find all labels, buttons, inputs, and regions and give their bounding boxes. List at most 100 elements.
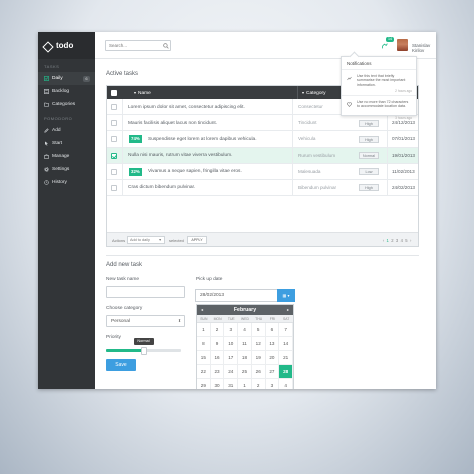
sidebar-item-manage[interactable]: Manage — [38, 150, 95, 163]
folder-icon — [44, 102, 49, 107]
sidebar-item-categories[interactable]: Categories — [38, 98, 95, 111]
calendar-day[interactable]: 30 — [211, 379, 225, 389]
calendar-day[interactable]: 7 — [279, 323, 293, 337]
sidebar-item-settings[interactable]: Settings — [38, 163, 95, 176]
column-header-name[interactable]: ▾ Name — [134, 90, 151, 96]
priority-slider[interactable] — [106, 346, 181, 355]
calendar-day[interactable]: 3 — [266, 379, 280, 389]
sidebar-item-history[interactable]: History — [38, 176, 95, 189]
priority-badge[interactable]: Low — [359, 168, 379, 176]
apply-button[interactable]: APPLY — [187, 236, 207, 244]
calendar-day[interactable]: 2 — [210, 323, 225, 337]
calendar-day[interactable]: 17 — [224, 351, 239, 365]
calendar-day[interactable]: 31 — [224, 379, 239, 389]
priority-slider-handle[interactable] — [140, 346, 147, 355]
row-checkbox[interactable] — [111, 136, 117, 143]
calendar-day[interactable]: 3 — [224, 323, 239, 337]
calendar-day[interactable]: 14 — [279, 337, 293, 351]
calendar-day[interactable]: 4 — [279, 379, 293, 389]
avatar[interactable] — [397, 39, 408, 51]
calendar-day[interactable]: 19 — [251, 351, 266, 365]
task-date: 19/01/2013 — [387, 147, 420, 163]
notification-item[interactable]: Use this text that briefly summarise the… — [342, 70, 416, 96]
pager-next[interactable]: › — [410, 238, 412, 243]
calendar-day[interactable]: 4 — [238, 323, 252, 337]
priority-badge[interactable]: High — [359, 184, 379, 192]
sidebar-item-add[interactable]: Add — [38, 124, 95, 137]
calendar-day[interactable]: 5 — [251, 323, 266, 337]
select-all-checkbox[interactable] — [111, 89, 117, 96]
task-name[interactable]: Nulla nisi mauris, rutrum vitae viverra … — [128, 153, 233, 158]
task-name[interactable]: Vivamus a neque sapien, fringilla vitae … — [148, 169, 242, 174]
actions-select[interactable]: Add to daily ▾ — [127, 236, 165, 244]
calendar-day[interactable]: 16 — [210, 351, 225, 365]
table-row[interactable]: Cras dictum bibendum pulvinar. Bibendum … — [107, 179, 418, 197]
calendar-day[interactable]: 25 — [238, 365, 252, 379]
sidebar-item-daily[interactable]: Daily 6 — [38, 72, 95, 85]
search-icon[interactable] — [163, 42, 169, 49]
notification-item[interactable]: Use no more than 72 characters to accomm… — [342, 96, 416, 122]
table-row[interactable]: Nulla nisi mauris, rutrum vitae viverra … — [107, 147, 420, 164]
pager-page-4[interactable]: 4 — [401, 238, 404, 243]
calendar-day[interactable]: 29 — [197, 379, 211, 389]
calendar-day[interactable]: 13 — [265, 337, 280, 351]
sidebar-item-label: Settings — [52, 167, 70, 172]
task-name[interactable]: Cras dictum bibendum pulvinar. — [128, 185, 195, 190]
calendar-day[interactable]: 1 — [197, 323, 211, 337]
calendar-day[interactable]: 18 — [238, 351, 252, 365]
calendar-day[interactable]: 27 — [265, 365, 280, 379]
sidebar-item-start[interactable]: Start — [38, 137, 95, 150]
pager-page-1[interactable]: 1 — [386, 238, 389, 243]
category-select[interactable]: Personal ⬍ — [106, 315, 185, 327]
priority-badge[interactable]: Normal — [359, 152, 379, 160]
weekday-label: SUN — [200, 317, 208, 321]
pager-page-3[interactable]: 3 — [396, 238, 399, 243]
calendar-day[interactable]: 26 — [251, 365, 266, 379]
row-checkbox[interactable] — [111, 184, 117, 191]
calendar-day[interactable]: 24 — [224, 365, 239, 379]
pager-prev[interactable]: ‹ — [383, 238, 385, 243]
task-name[interactable]: Suspendisse eget lorem at lorem dapibus … — [148, 137, 257, 142]
row-checkbox[interactable] — [111, 152, 117, 159]
row-checkbox[interactable] — [111, 104, 117, 110]
calendar-day[interactable]: 20 — [265, 351, 280, 365]
calendar-day[interactable]: 1 — [238, 379, 252, 389]
calendar-day[interactable]: 21 — [279, 351, 293, 365]
user-name[interactable]: Stanislav Kirilov — [412, 43, 436, 53]
calendar-day[interactable]: 28 — [279, 365, 293, 379]
row-checkbox[interactable] — [111, 120, 117, 127]
calendar-day[interactable]: 11 — [238, 337, 252, 351]
calendar-header: ◂ February ▸ — [197, 305, 293, 315]
weekday-label: WED — [241, 317, 249, 321]
row-checkbox[interactable] — [111, 168, 117, 175]
calendar-day[interactable]: 8 — [197, 337, 211, 351]
table-row[interactable]: 74% Suspendisse eget lorem at lorem dapi… — [107, 131, 418, 148]
notifications-title: Notifications — [342, 57, 416, 70]
calendar-day[interactable]: 2 — [252, 379, 266, 389]
pager-page-2[interactable]: 2 — [391, 238, 394, 243]
save-button[interactable]: Save — [106, 359, 136, 371]
task-name-input[interactable] — [106, 286, 185, 298]
calendar-prev-icon[interactable]: ◂ — [201, 305, 203, 315]
calendar-day[interactable]: 12 — [251, 337, 266, 351]
calendar-day[interactable]: 15 — [197, 351, 211, 365]
app-logo[interactable]: todo — [38, 32, 95, 59]
calendar-toggle-button[interactable]: ▦ ▾ — [277, 289, 295, 302]
add-task-title: Add new task — [106, 262, 143, 268]
progress-badge: 74% — [129, 135, 142, 144]
priority-badge[interactable]: High — [359, 135, 379, 143]
table-row[interactable]: 32% Vivamus a neque sapien, fringilla vi… — [107, 163, 418, 180]
sidebar-item-backlog[interactable]: Backlog — [38, 85, 95, 98]
calendar-day[interactable]: 9 — [210, 337, 225, 351]
pager-page-5[interactable]: 5 — [405, 238, 408, 243]
task-name[interactable]: Lorem ipsum dolor sit amet, consectetur … — [128, 105, 245, 110]
calendar-day[interactable]: 6 — [265, 323, 280, 337]
search-input[interactable] — [105, 40, 171, 51]
calendar-next-icon[interactable]: ▸ — [287, 305, 289, 315]
calendar-day[interactable]: 23 — [210, 365, 225, 379]
task-name[interactable]: Mauris facilisis aliquet lacus non tinci… — [128, 121, 217, 126]
column-header-category[interactable]: ▾ Category — [297, 86, 325, 99]
calendar-day[interactable]: 22 — [197, 365, 211, 379]
calendar-day[interactable]: 10 — [224, 337, 239, 351]
notifications-icon[interactable] — [382, 43, 388, 49]
